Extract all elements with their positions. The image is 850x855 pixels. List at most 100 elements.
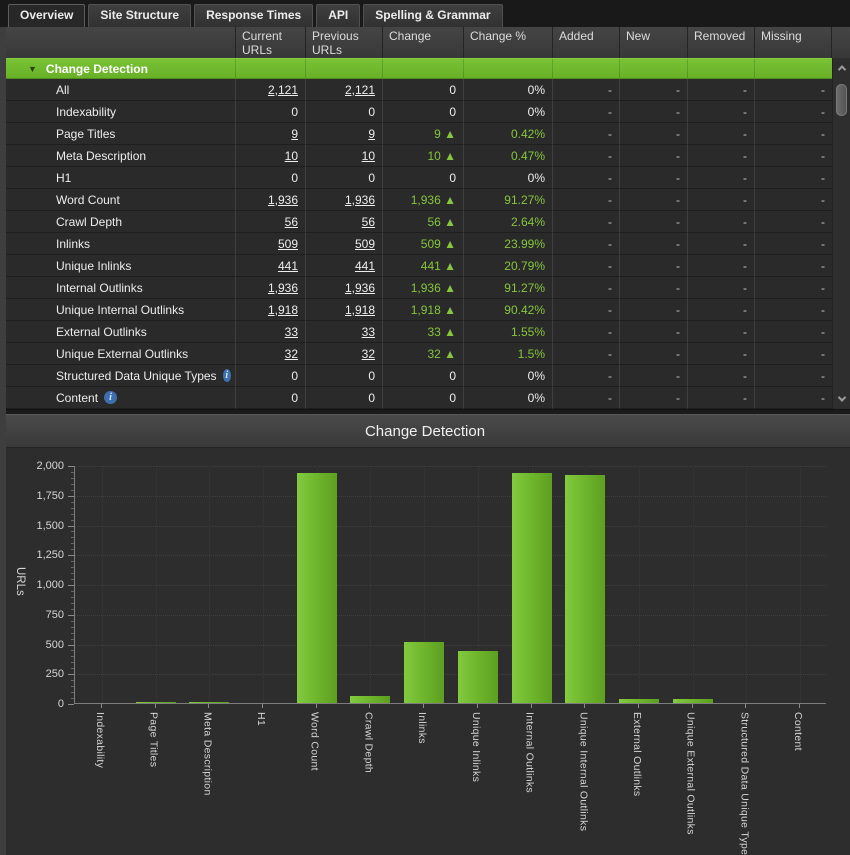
- header-change-pct: Change %: [464, 27, 553, 58]
- table-row-inlinks[interactable]: Inlinks509509509 ▲23.99%----: [6, 233, 832, 255]
- table-header-row: Current URLs Previous URLs Change Change…: [6, 27, 850, 58]
- cell-removed: -: [688, 387, 755, 409]
- cell-current-urls[interactable]: 9: [236, 123, 306, 145]
- x-label-external-outlinks: External Outlinks: [631, 712, 643, 796]
- y-minor-tick: [71, 668, 74, 669]
- cell-missing: -: [755, 365, 832, 387]
- cell-current-urls[interactable]: 1,936: [236, 189, 306, 211]
- table-row-external-outlinks[interactable]: External Outlinks333333 ▲1.55%----: [6, 321, 832, 343]
- cell-previous-urls[interactable]: 2,121: [306, 79, 383, 101]
- tab-site-structure[interactable]: Site Structure: [88, 4, 191, 27]
- table-row-indexability[interactable]: Indexability0000%----: [6, 101, 832, 123]
- gridline-v: [156, 466, 157, 703]
- cell-current-urls[interactable]: 56: [236, 211, 306, 233]
- cell-previous-urls[interactable]: 56: [306, 211, 383, 233]
- cell-change-pct: 0%: [464, 79, 553, 101]
- cell-previous-urls[interactable]: 1,918: [306, 299, 383, 321]
- header-name: [6, 27, 236, 58]
- cell-current-urls[interactable]: 509: [236, 233, 306, 255]
- cell-change: 32 ▲: [383, 343, 464, 365]
- x-tick: [799, 704, 800, 708]
- gridline-h: [75, 674, 826, 675]
- cell-current-urls[interactable]: 33: [236, 321, 306, 343]
- cell-current-urls[interactable]: 1,936: [236, 277, 306, 299]
- cell-current-urls[interactable]: 1,918: [236, 299, 306, 321]
- table-row-crawl-depth[interactable]: Crawl Depth565656 ▲2.64%----: [6, 211, 832, 233]
- cell-change-pct: 0%: [464, 101, 553, 123]
- info-icon[interactable]: i: [104, 391, 117, 404]
- cell-removed: -: [688, 123, 755, 145]
- cell-previous-urls[interactable]: 1,936: [306, 277, 383, 299]
- cell-previous-urls[interactable]: 509: [306, 233, 383, 255]
- gridline-v: [639, 466, 640, 703]
- cell-change-pct: 0%: [464, 365, 553, 387]
- tab-api[interactable]: API: [316, 4, 360, 27]
- cell-added: -: [553, 299, 620, 321]
- y-minor-tick: [71, 597, 74, 598]
- gridline-v: [800, 466, 801, 703]
- table-vertical-scrollbar[interactable]: [832, 58, 850, 409]
- cell-removed: -: [688, 101, 755, 123]
- cell-change: 1,936 ▲: [383, 189, 464, 211]
- table-row-internal-outlinks[interactable]: Internal Outlinks1,9361,9361,936 ▲91.27%…: [6, 277, 832, 299]
- bar-unique-internal-outlinks: [565, 475, 605, 703]
- row-label: Indexability: [6, 101, 236, 123]
- gridline-v: [693, 466, 694, 703]
- section-change-detection[interactable]: ▼ Change Detection: [6, 58, 832, 79]
- cell-added: -: [553, 255, 620, 277]
- y-major-tick: [68, 585, 74, 586]
- table-row-unique-external-outlinks[interactable]: Unique External Outlinks323232 ▲1.5%----: [6, 343, 832, 365]
- header-change: Change: [383, 27, 464, 58]
- cell-added: -: [553, 387, 620, 409]
- cell-current-urls[interactable]: 2,121: [236, 79, 306, 101]
- cell-missing: -: [755, 233, 832, 255]
- cell-previous-urls[interactable]: 10: [306, 145, 383, 167]
- cell-current-urls[interactable]: 10: [236, 145, 306, 167]
- scroll-down-button[interactable]: [833, 391, 850, 407]
- table-body: ▼ Change Detection All2,1212,12100%----I…: [6, 58, 832, 409]
- cell-removed: -: [688, 211, 755, 233]
- scrollbar-thumb[interactable]: [836, 84, 847, 116]
- bar-inlinks: [404, 642, 444, 703]
- table-row-page-titles[interactable]: Page Titles999 ▲0.42%----: [6, 123, 832, 145]
- x-tick: [101, 704, 102, 708]
- table-row-content[interactable]: Contenti0000%----: [6, 387, 832, 409]
- y-minor-tick: [71, 639, 74, 640]
- tab-spelling-grammar[interactable]: Spelling & Grammar: [363, 4, 502, 27]
- cell-added: -: [553, 277, 620, 299]
- cell-previous-urls[interactable]: 1,936: [306, 189, 383, 211]
- y-tick-label: 1,250: [0, 549, 64, 561]
- tab-overview[interactable]: Overview: [8, 4, 85, 27]
- table-row-meta-description[interactable]: Meta Description101010 ▲0.47%----: [6, 145, 832, 167]
- cell-added: -: [553, 343, 620, 365]
- table-row-h1[interactable]: H10000%----: [6, 167, 832, 189]
- row-label: Crawl Depth: [6, 211, 236, 233]
- cell-change: 0: [383, 79, 464, 101]
- cell-previous-urls[interactable]: 9: [306, 123, 383, 145]
- scroll-up-button[interactable]: [833, 60, 850, 76]
- gridline-h: [75, 585, 826, 586]
- table-row-word-count[interactable]: Word Count1,9361,9361,936 ▲91.27%----: [6, 189, 832, 211]
- y-minor-tick: [71, 579, 74, 580]
- panel-left-edge: [0, 27, 6, 855]
- cell-previous-urls[interactable]: 32: [306, 343, 383, 365]
- cell-removed: -: [688, 365, 755, 387]
- cell-previous-urls[interactable]: 33: [306, 321, 383, 343]
- table-row-unique-inlinks[interactable]: Unique Inlinks441441441 ▲20.79%----: [6, 255, 832, 277]
- collapse-triangle-icon[interactable]: ▼: [28, 64, 37, 74]
- cell-new: -: [620, 299, 688, 321]
- tab-response-times[interactable]: Response Times: [194, 4, 313, 27]
- cell-change-pct: 2.64%: [464, 211, 553, 233]
- cell-previous-urls[interactable]: 441: [306, 255, 383, 277]
- table-row-unique-internal-outlinks[interactable]: Unique Internal Outlinks1,9181,9181,918 …: [6, 299, 832, 321]
- y-minor-tick: [71, 508, 74, 509]
- info-icon[interactable]: i: [223, 369, 231, 382]
- header-scroll-corner: [832, 27, 850, 58]
- row-label: Structured Data Unique Typesi: [6, 365, 236, 387]
- y-minor-tick: [71, 484, 74, 485]
- table-row-structured-data-unique-types[interactable]: Structured Data Unique Typesi0000%----: [6, 365, 832, 387]
- table-row-all[interactable]: All2,1212,12100%----: [6, 79, 832, 101]
- cell-new: -: [620, 79, 688, 101]
- cell-current-urls[interactable]: 32: [236, 343, 306, 365]
- cell-current-urls[interactable]: 441: [236, 255, 306, 277]
